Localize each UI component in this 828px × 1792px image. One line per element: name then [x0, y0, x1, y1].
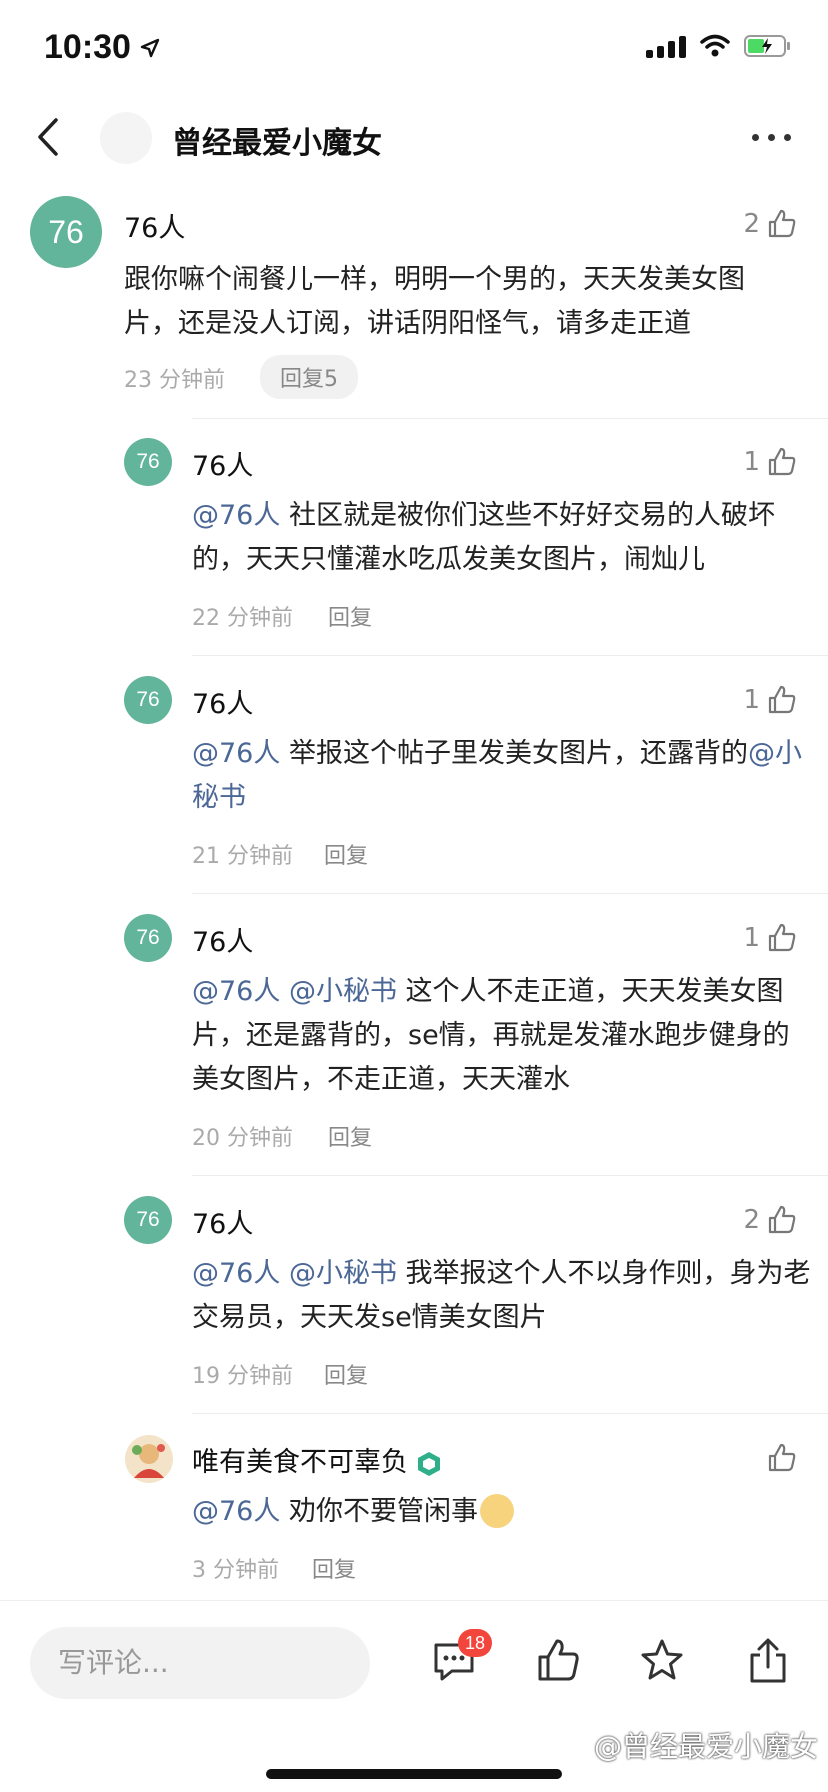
comment-time: 19 分钟前: [192, 1364, 293, 1389]
mention-link[interactable]: @76人: [192, 500, 280, 531]
thumbs-up-icon: [768, 209, 796, 238]
like-count: 2: [743, 1205, 760, 1235]
watermark: @曾经最爱小魔女: [593, 1730, 818, 1763]
comment-author[interactable]: 76人: [192, 682, 253, 721]
status-bar: 10:30: [0, 0, 828, 100]
avatar[interactable]: [124, 1434, 174, 1484]
reply-button[interactable]: 回复: [328, 600, 372, 632]
divider: [192, 418, 828, 419]
comment-author[interactable]: 76人: [192, 1202, 253, 1241]
battery-charging-icon: [744, 35, 790, 57]
like-count: 2: [743, 209, 760, 239]
comment-time: 22 分钟前: [192, 606, 293, 631]
divider: [192, 893, 828, 894]
like-count: 1: [743, 685, 760, 715]
star-icon[interactable]: [638, 1637, 686, 1685]
comment-text: 跟你嘛个闹餐儿一样，明明一个男的，天天发美女图片，还是没人订阅，讲话阴阳怪气，请…: [124, 264, 745, 339]
comment-text: @76人 举报这个帖子里发美女图片，还露背的@小秘书: [192, 738, 802, 813]
reply-button[interactable]: 回复: [324, 838, 368, 870]
reply-button[interactable]: 回复: [328, 1120, 372, 1152]
wifi-icon: [700, 34, 730, 57]
status-time: 10:30: [44, 28, 131, 66]
location-arrow-icon: [140, 38, 160, 58]
nav-bar: 曾经最爱小魔女: [0, 100, 828, 176]
comment-author[interactable]: 76人: [124, 206, 185, 245]
like-button[interactable]: 2: [743, 208, 798, 240]
comment-time: 21 分钟前: [192, 844, 293, 869]
mention-link[interactable]: @76人 @小秘书: [192, 976, 397, 1007]
thumbs-up-icon: [768, 685, 796, 714]
smiley-emoji-icon: [479, 1493, 514, 1528]
like-button[interactable]: 1: [743, 684, 798, 716]
avatar[interactable]: 76: [124, 1196, 172, 1244]
comment-input[interactable]: 写评论...: [30, 1627, 370, 1699]
comment-author[interactable]: 唯有美食不可辜负: [192, 1440, 442, 1479]
avatar[interactable]: 76: [124, 676, 172, 724]
verified-badge-icon: [418, 1451, 440, 1476]
avatar[interactable]: 76: [124, 438, 172, 486]
mention-link[interactable]: @76人 @小秘书: [192, 1258, 397, 1289]
comment-time: 20 分钟前: [192, 1126, 293, 1151]
thumbs-up-icon: [768, 1205, 796, 1234]
comment-time: 3 分钟前: [192, 1558, 279, 1583]
avatar[interactable]: [100, 112, 152, 164]
signal-icon: [646, 34, 686, 58]
thumbs-up-icon: [768, 923, 796, 952]
like-button[interactable]: 1: [743, 446, 798, 478]
comment-text: @76人 劝你不要管闲事: [192, 1490, 812, 1534]
like-button[interactable]: [766, 1442, 798, 1474]
page-title[interactable]: 曾经最爱小魔女: [172, 118, 382, 162]
home-indicator: [266, 1769, 562, 1779]
comment-time: 23 分钟前: [124, 368, 225, 393]
avatar[interactable]: 76: [30, 196, 102, 268]
divider: [192, 1175, 828, 1176]
mention-link[interactable]: @76人: [192, 738, 280, 769]
reply-button[interactable]: 回复: [312, 1552, 356, 1584]
comment-text: @76人 社区就是被你们这些不好好交易的人破坏的，天天只懂灌水吃瓜发美女图片，闹…: [192, 500, 775, 575]
like-count: 1: [743, 447, 760, 477]
thumbs-up-icon: [768, 447, 796, 476]
more-icon[interactable]: [752, 122, 796, 152]
avatar[interactable]: 76: [124, 914, 172, 962]
thumbs-up-icon: [768, 1443, 796, 1472]
comment-text: @76人 @小秘书 这个人不走正道，天天发美女图片，还是露背的，se情，再就是发…: [192, 976, 790, 1095]
back-icon[interactable]: [30, 112, 70, 162]
thumbs-up-icon[interactable]: [534, 1637, 582, 1685]
like-button[interactable]: 1: [743, 922, 798, 954]
share-icon[interactable]: [744, 1637, 792, 1685]
divider: [192, 655, 828, 656]
bottom-bar: 写评论... 18 @曾经最爱小魔女: [0, 1600, 828, 1792]
reply-button[interactable]: 回复5: [260, 355, 358, 399]
like-button[interactable]: 2: [743, 1204, 798, 1236]
comment-author[interactable]: 76人: [192, 444, 253, 483]
mention-link[interactable]: @76人: [192, 1496, 280, 1527]
comment-author[interactable]: 76人: [192, 920, 253, 959]
divider: [192, 1413, 828, 1414]
reply-button[interactable]: 回复: [324, 1358, 368, 1390]
comment-text: @76人 @小秘书 我举报这个人不以身作则，身为老交易员，天天发se情美女图片: [192, 1258, 811, 1333]
comment-count-badge: 18: [458, 1629, 492, 1657]
like-count: 1: [743, 923, 760, 953]
